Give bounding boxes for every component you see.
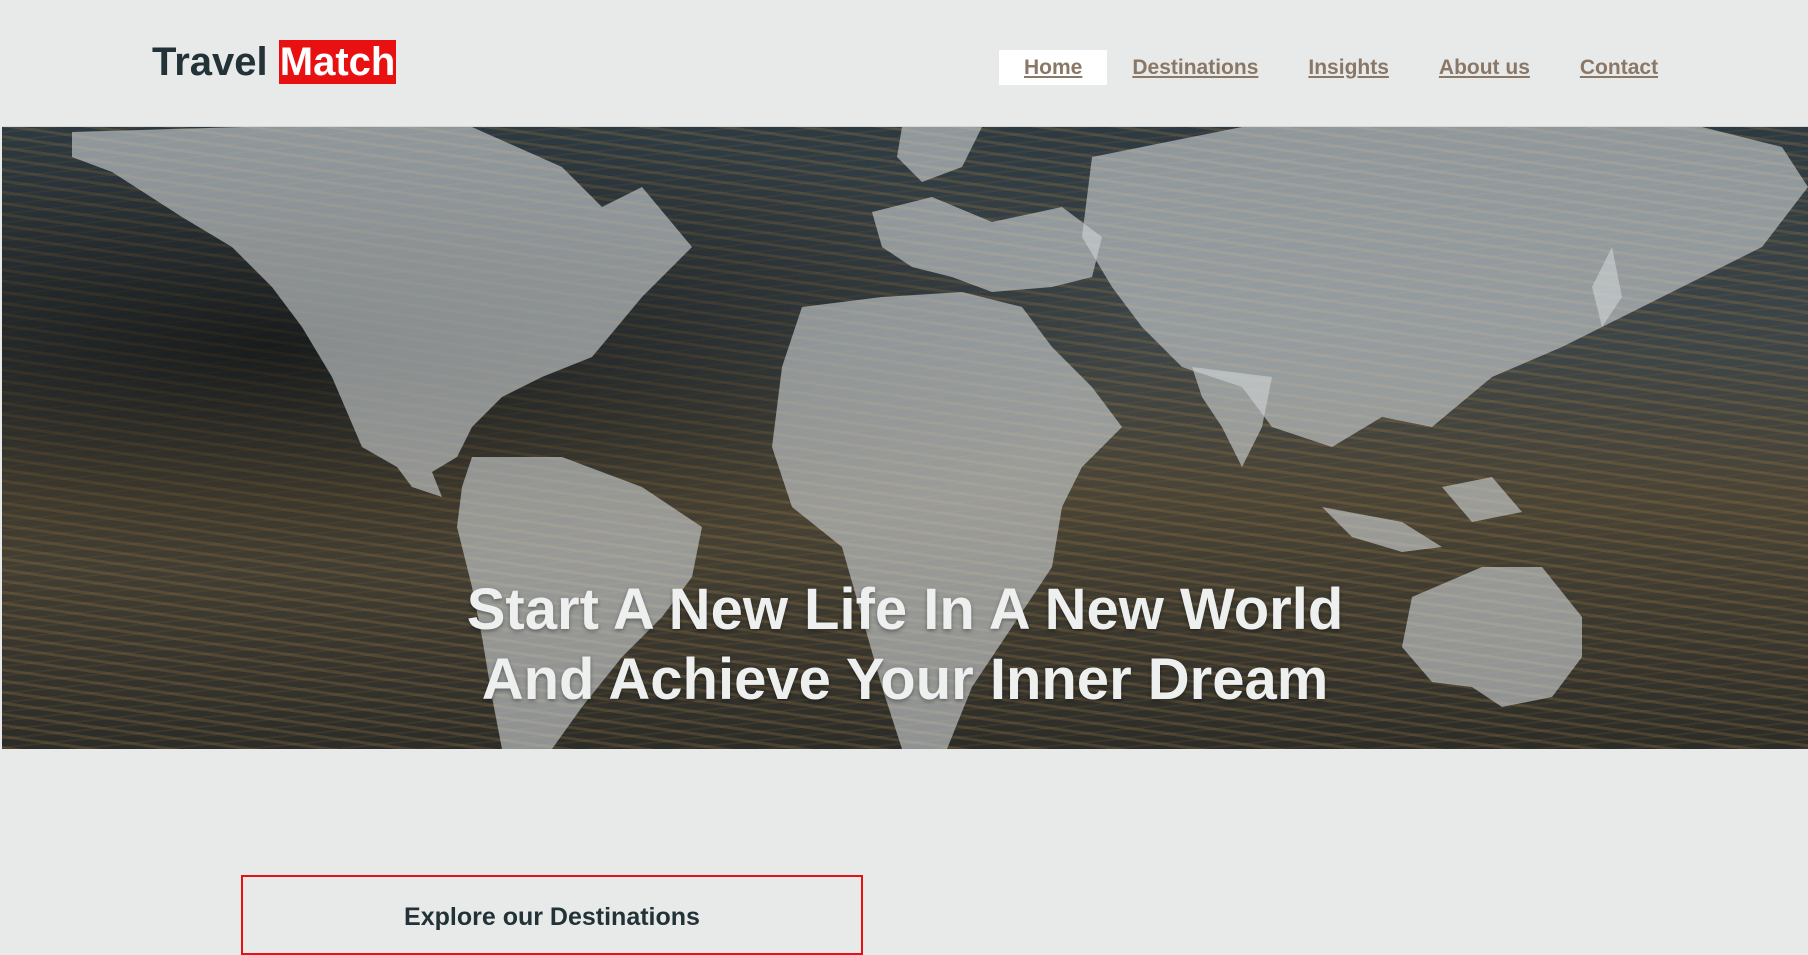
nav-contact[interactable]: Contact <box>1555 50 1683 85</box>
nav-about-us[interactable]: About us <box>1414 50 1555 85</box>
nav-destinations[interactable]: Destinations <box>1107 50 1283 85</box>
explore-destinations-button[interactable]: Explore our Destinations <box>241 875 863 955</box>
logo-text-travel: Travel <box>152 40 279 84</box>
hero-title-line-1: Start A New Life In A New World <box>466 577 1344 642</box>
nav-insights[interactable]: Insights <box>1283 50 1414 85</box>
site-header: Travel Match Home Destinations Insights … <box>2 0 1808 128</box>
main-nav: Home Destinations Insights About us Cont… <box>999 50 1683 85</box>
hero-banner: Start A New Life In A New World And Achi… <box>2 127 1808 749</box>
nav-home[interactable]: Home <box>999 50 1108 85</box>
logo[interactable]: Travel Match <box>152 38 397 86</box>
hero-title-line-2: And Achieve Your Inner Dream <box>481 647 1329 712</box>
logo-text-match: Match <box>278 40 397 84</box>
hero-title: Start A New Life In A New World And Achi… <box>2 575 1808 715</box>
explore-destinations-label: Explore our Destinations <box>404 903 700 931</box>
